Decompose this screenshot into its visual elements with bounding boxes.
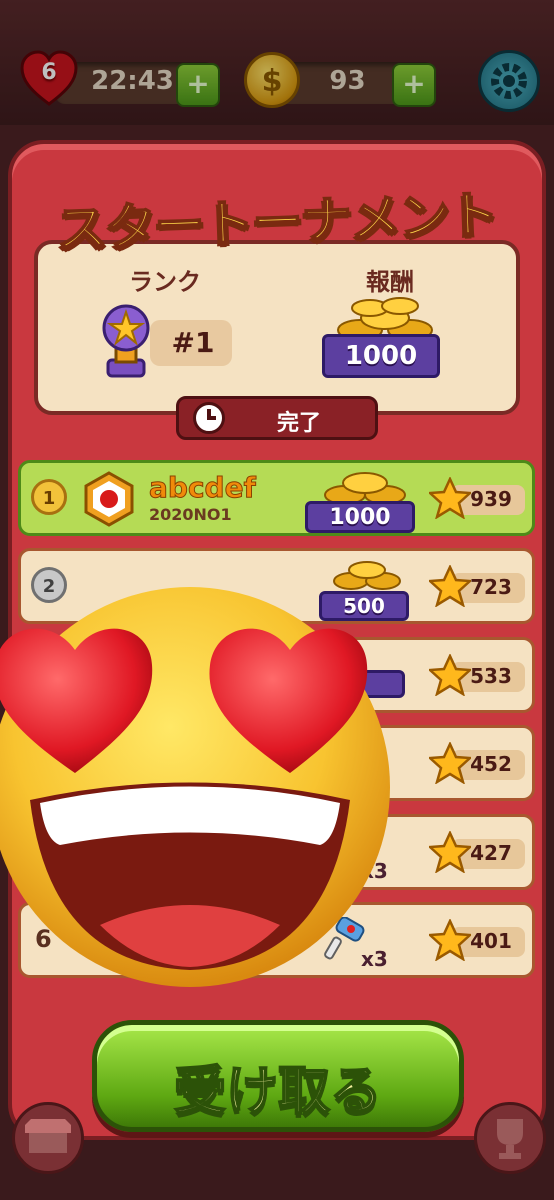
leaderboard-nav-button[interactable] bbox=[474, 1102, 546, 1174]
shop-button[interactable] bbox=[12, 1102, 84, 1174]
clock-icon bbox=[193, 402, 225, 434]
claim-button[interactable]: 受け取る bbox=[92, 1020, 464, 1132]
score: 723 bbox=[470, 575, 512, 599]
star-score: 427 bbox=[429, 831, 525, 873]
player-id: 2020NO1 bbox=[149, 505, 232, 524]
star-score: 723 bbox=[429, 565, 525, 607]
score: 401 bbox=[470, 929, 512, 953]
reward-label: 報酬 bbox=[366, 268, 414, 296]
shop-icon bbox=[25, 1119, 71, 1153]
tournament-status-bar: 完了 bbox=[176, 396, 378, 440]
score: 939 bbox=[470, 487, 512, 511]
star-score: 452 bbox=[429, 742, 525, 784]
reward-amount-ribbon: 1000 bbox=[322, 334, 440, 378]
cup-icon bbox=[497, 1119, 523, 1159]
gold-medal-icon: 1 bbox=[31, 479, 67, 515]
trophy-icon bbox=[98, 302, 154, 382]
rank-label: ランク bbox=[129, 268, 201, 296]
claim-button-label: 受け取る bbox=[173, 1061, 383, 1123]
score: 427 bbox=[470, 841, 512, 865]
star-score: 401 bbox=[429, 919, 525, 961]
score: 533 bbox=[470, 664, 512, 688]
score: 452 bbox=[470, 752, 512, 776]
tournament-status: 完了 bbox=[276, 411, 321, 436]
rank-value: #1 bbox=[171, 326, 215, 359]
star-score: 939 bbox=[429, 477, 525, 519]
heart-eyes-emoji bbox=[0, 565, 390, 1005]
star-score: 533 bbox=[429, 654, 525, 696]
reward-ribbon: 1000 bbox=[305, 501, 415, 533]
avatar bbox=[81, 471, 137, 527]
top-status-bar: 22:43 + 6 93 $ + bbox=[0, 0, 554, 125]
player-name: abcdef bbox=[149, 471, 257, 505]
leaderboard-row[interactable]: 1 abcdef 2020NO1 1000 939 bbox=[18, 460, 535, 536]
